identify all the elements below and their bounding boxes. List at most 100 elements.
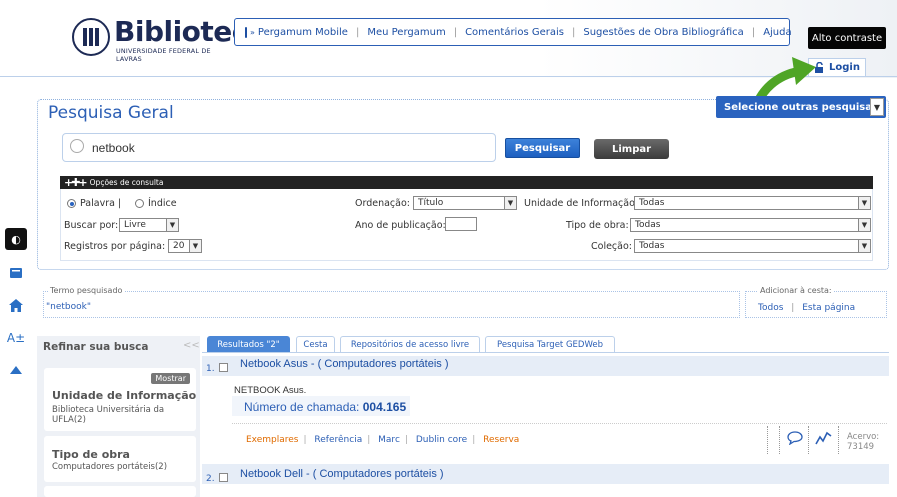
scroll-up-icon[interactable] bbox=[7, 361, 25, 379]
cesta-links: Todos | Esta página bbox=[758, 303, 856, 313]
other-searches-label: Selecione outras pesquisas bbox=[724, 101, 878, 113]
chevron-down-icon: ▼ bbox=[504, 197, 516, 209]
cesta-legend: Adicionar à cesta: bbox=[758, 286, 834, 295]
registros-value: 20 bbox=[173, 241, 185, 251]
ordenacao-select[interactable]: Título ▼ bbox=[413, 196, 517, 210]
buscar-por-select[interactable]: Livre ▼ bbox=[119, 218, 179, 232]
acervo-label: Acervo: bbox=[847, 432, 880, 442]
callnum-value: 004.165 bbox=[362, 400, 407, 414]
tipo-value: Todas bbox=[635, 220, 661, 230]
result-title-link[interactable]: Netbook Dell - ( Computadores portáteis … bbox=[240, 468, 444, 480]
tab-target-gedweb[interactable]: Pesquisa Target GEDWeb bbox=[485, 336, 615, 352]
result-divider bbox=[232, 423, 887, 424]
refine-group-more bbox=[44, 486, 196, 497]
cesta-page-link[interactable]: Esta página bbox=[802, 303, 855, 313]
plus-icon: +✚+ bbox=[64, 176, 88, 189]
contrast-toggle-icon[interactable]: ◐ bbox=[5, 228, 27, 250]
result-number: 1. bbox=[206, 364, 215, 374]
tab-resultados[interactable]: Resultados "2" bbox=[207, 336, 290, 352]
divider bbox=[779, 426, 780, 454]
comment-icon[interactable] bbox=[787, 431, 803, 445]
font-size-icon[interactable]: A± bbox=[7, 329, 25, 347]
unidade-select[interactable]: Todas ▼ bbox=[634, 196, 871, 210]
mobile-phone-icon bbox=[245, 26, 247, 38]
registros-label: Registros por página: bbox=[64, 241, 166, 252]
reserva-link[interactable]: Reserva bbox=[483, 435, 519, 445]
chevron-down-icon: ▼ bbox=[858, 240, 870, 252]
tab-cesta[interactable]: Cesta bbox=[296, 336, 335, 352]
cesta-all-link[interactable]: Todos bbox=[758, 303, 783, 313]
book-icon[interactable] bbox=[7, 264, 25, 282]
refine-item-computadores[interactable]: Computadores portáteis(2) bbox=[52, 462, 167, 472]
colecao-value: Todas bbox=[639, 241, 665, 251]
refine-group-tipo: Tipo de obra Computadores portáteis(2) bbox=[44, 436, 196, 482]
high-contrast-button[interactable]: Alto contraste bbox=[808, 27, 886, 49]
dublin-core-link[interactable]: Dublin core bbox=[416, 435, 467, 445]
tipo-select[interactable]: Todas ▼ bbox=[630, 218, 871, 232]
home-icon[interactable] bbox=[7, 296, 25, 314]
other-searches-select[interactable]: Selecione outras pesquisas ▼ bbox=[716, 96, 886, 118]
library-logo[interactable]: Biblioteca UNIVERSIDADE FEDERAL DE LAVRA… bbox=[72, 16, 267, 63]
term-fieldset bbox=[43, 291, 740, 318]
result-actions: Exemplares | Referência | Marc | Dublin cor… bbox=[246, 435, 520, 445]
result-checkbox[interactable] bbox=[219, 363, 228, 372]
divider bbox=[808, 426, 809, 454]
options-header[interactable]: +✚+ Opções de consulta bbox=[60, 176, 873, 189]
mostrar-button[interactable]: Mostrar bbox=[151, 373, 190, 384]
search-icon bbox=[70, 139, 84, 153]
colecao-select[interactable]: Todas ▼ bbox=[634, 239, 871, 253]
divider bbox=[838, 426, 839, 454]
exemplares-link[interactable]: Exemplares bbox=[246, 435, 299, 445]
result-title-link[interactable]: Netbook Asus - ( Computadores portáteis … bbox=[240, 358, 448, 370]
refine-item-biblioteca[interactable]: Biblioteca Universitária da UFLA(2) bbox=[52, 405, 192, 425]
ano-input[interactable] bbox=[445, 217, 477, 231]
chevron-down-icon: ▼ bbox=[870, 98, 884, 116]
statistics-icon[interactable] bbox=[815, 430, 833, 446]
refine-group-title: Tipo de obra bbox=[52, 448, 130, 461]
refine-group-title: Unidade de Informação bbox=[52, 389, 197, 402]
library-emblem-icon bbox=[72, 18, 110, 56]
radio-indice[interactable] bbox=[135, 199, 144, 208]
acervo-info: Acervo: 73149 bbox=[847, 432, 879, 452]
nav-pergamum-mobile[interactable]: Pergamum Mobile bbox=[258, 27, 348, 38]
refine-title: Refinar sua busca bbox=[43, 341, 149, 353]
chevron-down-icon: ▼ bbox=[166, 219, 178, 231]
options-title: Opções de consulta bbox=[89, 178, 164, 187]
nav-comentarios-gerais[interactable]: Comentários Gerais bbox=[465, 27, 564, 38]
top-navigation: » Pergamum Mobile | Meu Pergamum | Comen… bbox=[234, 18, 792, 46]
chevron-down-icon: ▼ bbox=[189, 240, 201, 252]
registros-select[interactable]: 20 ▼ bbox=[168, 239, 202, 253]
search-input[interactable] bbox=[92, 140, 472, 156]
nav-meu-pergamum[interactable]: Meu Pergamum bbox=[367, 27, 445, 38]
unidade-label: Unidade de Informação: bbox=[524, 198, 639, 209]
result-number: 2. bbox=[206, 474, 215, 484]
term-legend: Termo pesquisado bbox=[48, 286, 125, 295]
buscar-por-label: Buscar por: bbox=[64, 220, 119, 231]
ano-label: Ano de publicação: bbox=[355, 220, 446, 231]
ordenacao-value: Título bbox=[418, 198, 444, 208]
radio-palavra-label: Palavra | bbox=[80, 198, 122, 209]
radio-palavra[interactable] bbox=[67, 199, 76, 208]
page-title: Pesquisa Geral bbox=[48, 103, 174, 123]
acervo-value: 73149 bbox=[847, 442, 875, 452]
logo-subtitle: UNIVERSIDADE FEDERAL DE LAVRAS bbox=[116, 47, 211, 63]
term-value: "netbook" bbox=[46, 302, 91, 312]
tab-repositorios[interactable]: Repositórios de acesso livre bbox=[340, 336, 480, 352]
result-description: NETBOOK Asus. bbox=[234, 385, 307, 396]
refine-group-unidade: Mostrar Unidade de Informação Biblioteca… bbox=[44, 368, 196, 431]
clear-button[interactable]: Limpar bbox=[594, 139, 669, 159]
search-button[interactable]: Pesquisar bbox=[505, 138, 580, 158]
colecao-label: Coleção: bbox=[591, 241, 632, 252]
referencia-link[interactable]: Referência bbox=[314, 435, 362, 445]
collapse-refine-button[interactable]: << bbox=[183, 340, 200, 351]
nav-sugestoes-obra[interactable]: Sugestões de Obra Bibliográfica bbox=[583, 27, 743, 38]
call-number: Número de chamada: 004.165 bbox=[244, 400, 406, 414]
result-checkbox[interactable] bbox=[219, 473, 228, 482]
login-label: Login bbox=[829, 62, 860, 73]
nav-ajuda[interactable]: Ajuda bbox=[763, 27, 791, 38]
unidade-value: Todas bbox=[639, 198, 665, 208]
ordenacao-label: Ordenação: bbox=[355, 198, 410, 209]
tipo-label: Tipo de obra: bbox=[566, 220, 629, 231]
marc-link[interactable]: Marc bbox=[378, 435, 400, 445]
divider bbox=[767, 426, 768, 454]
